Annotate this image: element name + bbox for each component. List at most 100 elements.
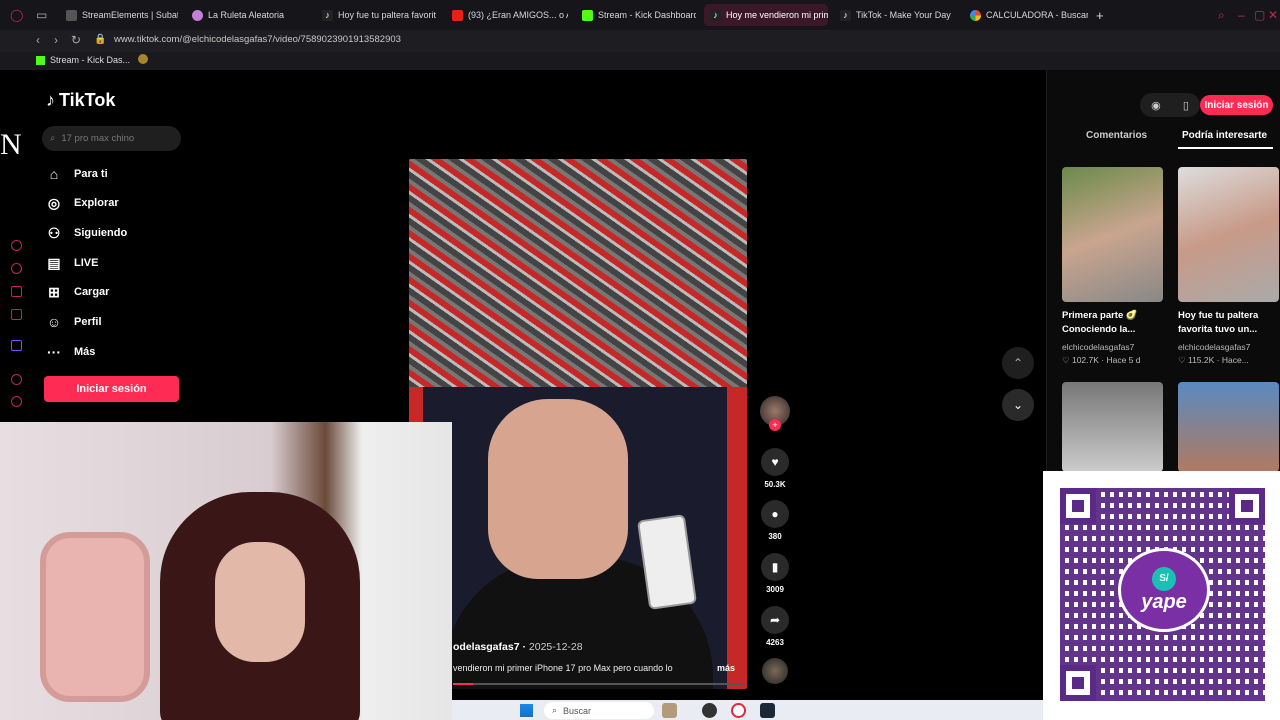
yape-logo: S/yape xyxy=(1118,548,1210,632)
compass-icon[interactable]: ◉ xyxy=(1151,99,1161,112)
suggested-video-thumb[interactable] xyxy=(1178,167,1279,302)
nav-explorar[interactable]: ◎ Explorar xyxy=(46,195,119,211)
device-icon[interactable]: ▯ xyxy=(1183,99,1189,112)
suggested-video-stats: ♡ 115.2K · Hace... xyxy=(1178,355,1249,365)
video-progress-bar[interactable] xyxy=(453,683,743,685)
suggested-video-thumb[interactable] xyxy=(1062,167,1163,302)
suggested-video-thumb[interactable] xyxy=(1062,382,1163,472)
nav-live[interactable]: ▤ LIVE xyxy=(46,255,98,271)
suggested-video-author[interactable]: elchicodelasgafas7 xyxy=(1178,342,1250,352)
streamelements-icon xyxy=(66,9,77,21)
chevron-up-icon: ⌃ xyxy=(1012,356,1024,370)
tab-youtube[interactable]: (93) ¿Eran AMIGOS... o A xyxy=(446,4,568,26)
login-button[interactable]: Iniciar sesión xyxy=(44,376,179,402)
caption-more-link[interactable]: más xyxy=(717,663,735,673)
login-button-header[interactable]: Iniciar sesión xyxy=(1200,95,1273,115)
comment-button[interactable]: ● 380 xyxy=(760,500,790,541)
qr-finder xyxy=(1060,488,1096,524)
sidebar-icon[interactable] xyxy=(11,240,22,251)
person-face xyxy=(488,399,628,579)
tab-tiktok-home[interactable]: ♪ TikTok - Make Your Day xyxy=(834,4,954,26)
reload-icon[interactable]: ↻ xyxy=(71,33,81,47)
sidebar-icon[interactable] xyxy=(11,286,22,297)
search-input[interactable]: ⌕ 17 pro max chino xyxy=(42,126,181,151)
sidebar-icon[interactable] xyxy=(11,374,22,385)
save-button[interactable]: ▮ 3009 xyxy=(760,553,790,594)
tiktok-icon: ♪ xyxy=(322,9,333,21)
search-icon: ⌕ xyxy=(552,705,558,715)
suggested-video-thumb[interactable] xyxy=(1178,382,1279,472)
more-icon: ··· xyxy=(47,344,61,360)
live-icon: ▤ xyxy=(47,255,61,271)
tiktok-icon: ♪ xyxy=(840,9,851,21)
home-icon: ⌂ xyxy=(49,166,59,182)
nav-perfil[interactable]: ☺ Perfil xyxy=(46,314,102,330)
suggested-video-author[interactable]: elchicodelasgafas7 xyxy=(1062,342,1134,352)
share-button[interactable]: ➦ 4263 xyxy=(760,606,790,647)
suggested-video-caption[interactable]: Hoy fue tu paltera favorita tuvo un... xyxy=(1178,309,1279,337)
tab-tiktok-active[interactable]: ♪ Hoy me vendieron mi prim xyxy=(704,4,828,26)
ruleta-icon xyxy=(192,9,203,21)
clock-icon[interactable] xyxy=(11,396,22,407)
tab-podria-interesarte[interactable]: Podría interesarte xyxy=(1182,130,1267,141)
minimize-icon[interactable]: – xyxy=(1238,8,1245,22)
pink-chair xyxy=(40,532,150,702)
taskbar-widget-icon[interactable] xyxy=(662,703,677,718)
like-button[interactable]: ♥ 50.3K xyxy=(760,448,790,489)
workspaces-icon[interactable]: ▭ xyxy=(36,8,47,22)
nav-siguiendo[interactable]: ⚇ Siguiendo xyxy=(46,225,127,241)
search-tabs-icon[interactable]: ⌕ xyxy=(1218,8,1225,23)
lock-icon: 🔒 xyxy=(94,34,107,45)
tab-kick-dashboard[interactable]: Stream - Kick Dashboard xyxy=(576,4,696,26)
opera-icon[interactable] xyxy=(731,703,746,718)
back-icon[interactable]: ‹ xyxy=(36,33,40,47)
tab-streamelements[interactable]: StreamElements | Subatho xyxy=(60,4,178,26)
url-field[interactable]: www.tiktok.com/@elchicodelasgafas7/video… xyxy=(114,34,401,45)
following-icon: ⚇ xyxy=(47,225,61,241)
google-icon xyxy=(970,9,981,21)
tab-calculadora[interactable]: CALCULADORA - Buscar c xyxy=(964,4,1088,26)
webcam-overlay xyxy=(0,422,452,720)
previous-video-button[interactable]: ⌃ xyxy=(1002,347,1034,379)
sidebar-icon[interactable] xyxy=(11,263,22,274)
kick-icon xyxy=(582,9,593,21)
next-video-button[interactable]: ⌄ xyxy=(1002,389,1034,421)
nav-cargar[interactable]: ⊞ Cargar xyxy=(46,284,109,300)
bookmark-icon: ▮ xyxy=(761,553,789,581)
video-player[interactable] xyxy=(409,159,747,689)
share-icon: ➦ xyxy=(761,606,789,634)
steam-icon[interactable] xyxy=(760,703,775,718)
windows-start-icon[interactable] xyxy=(520,704,533,717)
active-tab-indicator xyxy=(1178,147,1273,149)
bookmarks-bar: Stream - Kick Das... xyxy=(0,52,1280,70)
tab-tiktok-paltera[interactable]: ♪ Hoy fue tu paltera favorita xyxy=(316,4,436,26)
tiktok-note-icon: ♪ xyxy=(46,90,55,110)
close-icon[interactable]: ✕ xyxy=(1268,8,1278,22)
kick-icon xyxy=(36,56,45,65)
streamer-face xyxy=(215,542,305,662)
tab-comentarios[interactable]: Comentarios xyxy=(1086,130,1147,141)
suggested-video-caption[interactable]: Primera parte 🥑 Conociendo la... xyxy=(1062,309,1163,337)
bookmark-icon[interactable] xyxy=(138,54,148,64)
taskbar-app-icon[interactable] xyxy=(702,703,717,718)
taskbar-search[interactable]: ⌕ Buscar xyxy=(544,702,654,719)
music-disc[interactable] xyxy=(762,658,788,684)
bookmark-kick[interactable]: Stream - Kick Das... xyxy=(50,55,130,65)
video-author[interactable]: odelasgafas7 · 2025-12-28 xyxy=(453,641,583,653)
tiktok-logo[interactable]: ♪ TikTok xyxy=(46,90,115,111)
upload-icon: ⊞ xyxy=(48,284,60,300)
follow-button[interactable]: + xyxy=(769,419,781,431)
sidebar-icon[interactable] xyxy=(11,309,22,320)
nav-para-ti[interactable]: ⌂ Para ti xyxy=(46,166,108,182)
address-bar-row: ‹ › ↻ 🔒 www.tiktok.com/@elchicodelasgafa… xyxy=(0,30,1280,76)
nav-mas[interactable]: ··· Más xyxy=(46,344,95,360)
forward-icon[interactable]: › xyxy=(54,33,58,47)
tab-ruleta[interactable]: La Ruleta Aleatoria xyxy=(186,4,304,26)
twitch-icon[interactable] xyxy=(11,340,22,351)
comment-icon: ● xyxy=(761,500,789,528)
profile-icon: ☺ xyxy=(46,314,62,330)
new-tab-button[interactable]: + xyxy=(1090,4,1110,26)
maximize-icon[interactable]: ▢ xyxy=(1254,8,1265,22)
video-caption: vendieron mi primer iPhone 17 pro Max pe… xyxy=(453,663,673,673)
tiktok-icon: ♪ xyxy=(710,9,721,21)
